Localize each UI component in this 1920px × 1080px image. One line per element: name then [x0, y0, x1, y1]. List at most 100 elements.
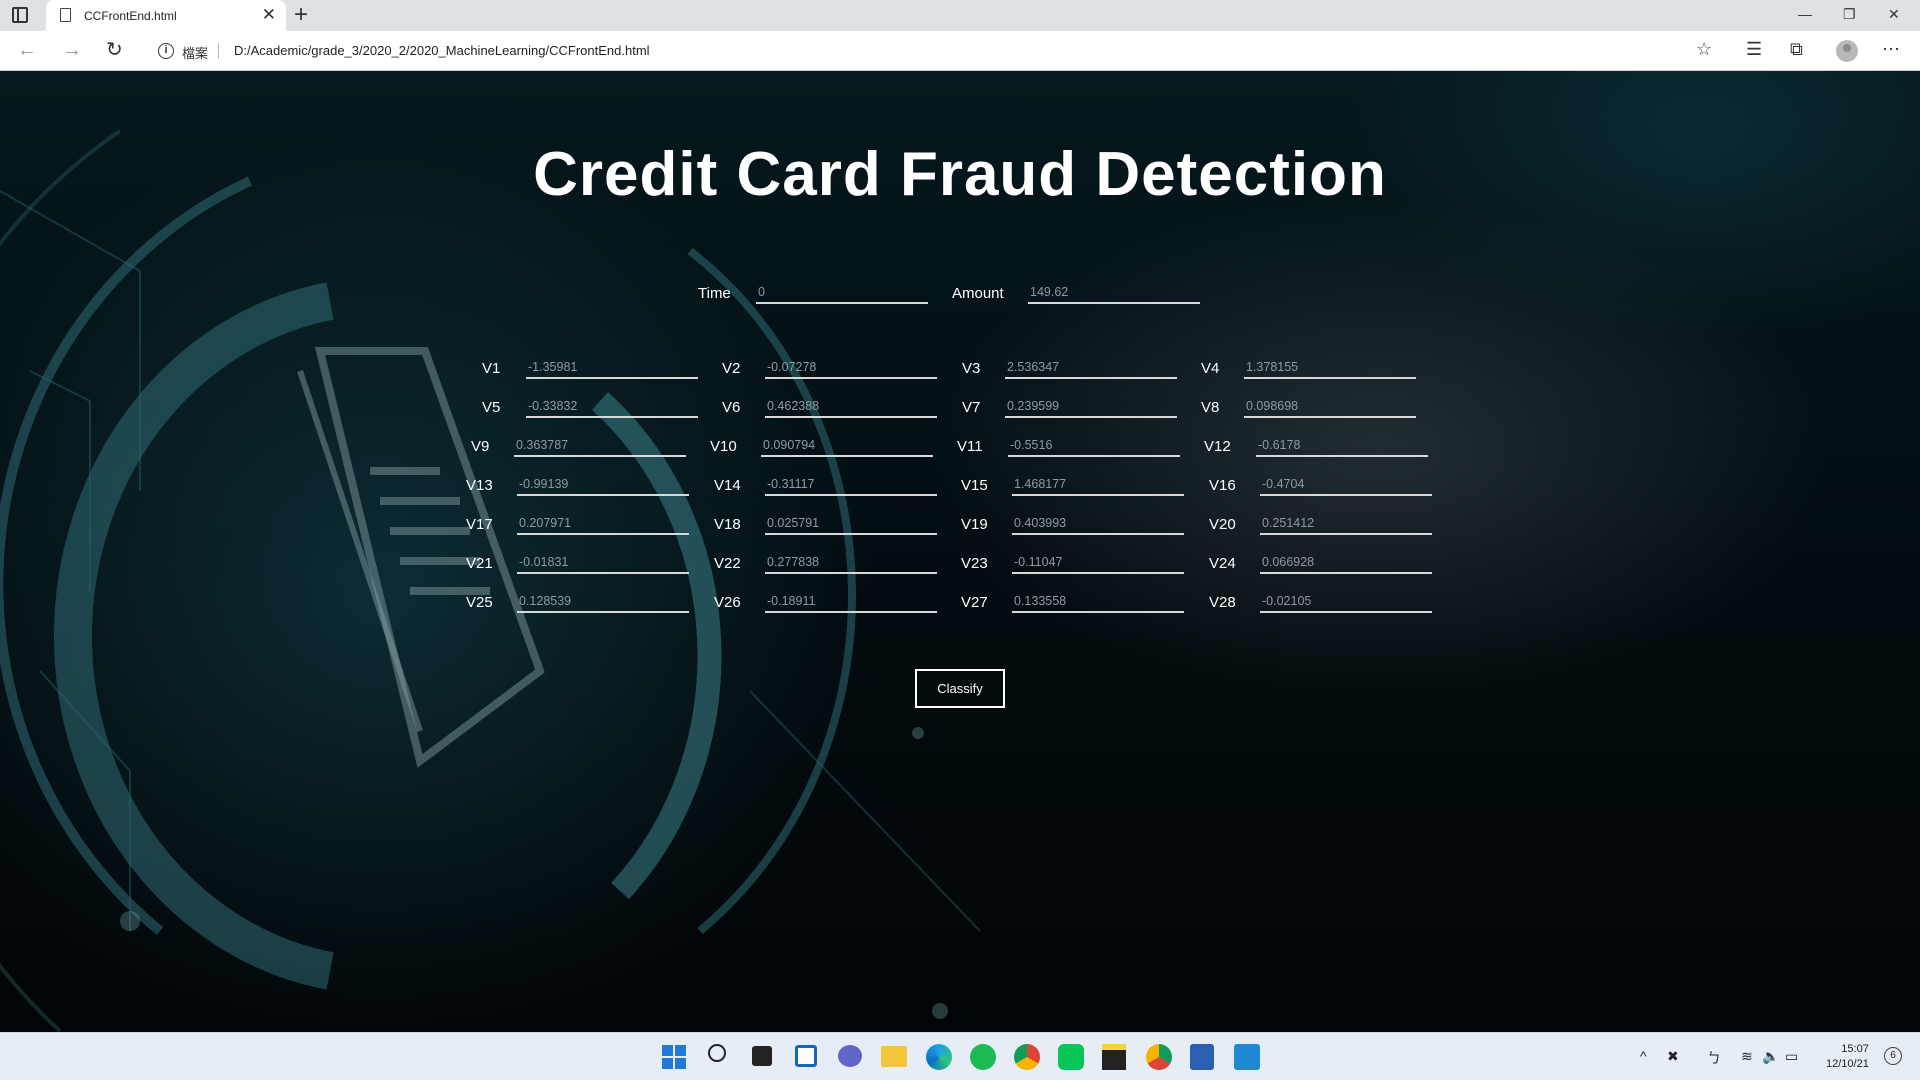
- v27-input[interactable]: [1012, 591, 1184, 613]
- v24-input[interactable]: [1260, 552, 1432, 574]
- forward-icon[interactable]: →: [62, 39, 82, 61]
- v5-input[interactable]: [526, 396, 698, 418]
- favorites-icon[interactable]: ☰: [1746, 39, 1762, 60]
- task-view-icon[interactable]: [752, 1046, 772, 1066]
- v14-input[interactable]: [765, 474, 937, 496]
- profile-icon[interactable]: [1836, 40, 1858, 62]
- v18-label: V18: [714, 516, 741, 533]
- v11-input[interactable]: [1008, 435, 1180, 457]
- app-tray-icon[interactable]: ✖: [1667, 1048, 1679, 1065]
- v26-input[interactable]: [765, 591, 937, 613]
- page-title: Credit Card Fraud Detection: [533, 140, 1387, 209]
- v26-label: V26: [714, 594, 741, 611]
- v10-label: V10: [710, 438, 737, 455]
- collections-icon[interactable]: ⧉: [1790, 39, 1803, 60]
- info-icon[interactable]: i: [158, 43, 174, 59]
- add-favorite-icon[interactable]: ☆: [1696, 39, 1712, 60]
- tab-title: CCFrontEnd.html: [84, 9, 177, 23]
- new-tab-icon[interactable]: +: [294, 2, 308, 28]
- url-text[interactable]: D:/Academic/grade_3/2020_2/2020_MachineL…: [234, 43, 650, 58]
- v6-label: V6: [722, 399, 741, 416]
- v6-input[interactable]: [765, 396, 937, 418]
- v13-label: V13: [466, 477, 493, 494]
- close-tab-icon[interactable]: ✕: [262, 5, 276, 25]
- start-icon[interactable]: [662, 1045, 686, 1069]
- v21-input[interactable]: [517, 552, 689, 574]
- v2-input[interactable]: [765, 357, 937, 379]
- v20-input[interactable]: [1260, 513, 1432, 535]
- volume-icon[interactable]: 🔈: [1762, 1048, 1779, 1065]
- clock-date: 12/10/21: [1826, 1058, 1869, 1070]
- v3-input[interactable]: [1005, 357, 1177, 379]
- ime-icon[interactable]: ㄅ: [1707, 1048, 1721, 1068]
- v1-input[interactable]: [526, 357, 698, 379]
- page-content: Credit Card Fraud Detection Time Amount …: [0, 71, 1920, 1032]
- search-icon[interactable]: [708, 1044, 726, 1062]
- omnibox[interactable]: i 檔案 D:/Academic/grade_3/2020_2/2020_Mac…: [146, 35, 1712, 67]
- v16-label: V16: [1209, 477, 1236, 494]
- v7-input[interactable]: [1005, 396, 1177, 418]
- v18-input[interactable]: [765, 513, 937, 535]
- v21-label: V21: [466, 555, 493, 572]
- v13-input[interactable]: [517, 474, 689, 496]
- sticky-notes-icon[interactable]: [1102, 1044, 1126, 1070]
- battery-icon[interactable]: ▭: [1785, 1048, 1798, 1065]
- show-hidden-icons-icon[interactable]: ^: [1640, 1048, 1647, 1064]
- classify-button[interactable]: Classify: [915, 669, 1005, 708]
- v4-input[interactable]: [1244, 357, 1416, 379]
- v19-input[interactable]: [1012, 513, 1184, 535]
- widgets-icon[interactable]: [795, 1045, 817, 1067]
- v22-input[interactable]: [765, 552, 937, 574]
- word-icon[interactable]: [1190, 1044, 1214, 1070]
- v20-label: V20: [1209, 516, 1236, 533]
- v5-label: V5: [482, 399, 501, 416]
- v15-label: V15: [961, 477, 988, 494]
- v8-input[interactable]: [1244, 396, 1416, 418]
- clock-time: 15:07: [1841, 1043, 1869, 1055]
- time-label: Time: [698, 285, 731, 302]
- v12-input[interactable]: [1256, 435, 1428, 457]
- security-label[interactable]: 檔案: [182, 43, 208, 62]
- v23-input[interactable]: [1012, 552, 1184, 574]
- v16-input[interactable]: [1260, 474, 1432, 496]
- chrome-icon[interactable]: [1014, 1044, 1040, 1070]
- chat-icon[interactable]: [838, 1045, 862, 1067]
- close-window-icon[interactable]: ✕: [1888, 6, 1900, 23]
- line-icon[interactable]: [1058, 1044, 1084, 1070]
- v23-label: V23: [961, 555, 988, 572]
- v17-input[interactable]: [517, 513, 689, 535]
- v7-label: V7: [962, 399, 981, 416]
- spotify-icon[interactable]: [970, 1044, 996, 1070]
- v9-input[interactable]: [514, 435, 686, 457]
- vscode-icon[interactable]: [1234, 1044, 1260, 1070]
- amount-input[interactable]: [1028, 282, 1200, 304]
- v24-label: V24: [1209, 555, 1236, 572]
- notification-badge[interactable]: 6: [1884, 1047, 1902, 1065]
- v3-label: V3: [962, 360, 981, 377]
- restore-icon[interactable]: ❐: [1843, 6, 1856, 23]
- v25-input[interactable]: [517, 591, 689, 613]
- omnibox-divider: [218, 43, 219, 59]
- reload-icon[interactable]: ↻: [106, 39, 123, 61]
- v28-input[interactable]: [1260, 591, 1432, 613]
- file-explorer-icon[interactable]: [881, 1046, 907, 1067]
- v17-label: V17: [466, 516, 493, 533]
- taskbar: ^ ✖ ㄅ ≋ 🔈 ▭ 15:07 12/10/21 6: [0, 1032, 1920, 1080]
- v12-label: V12: [1204, 438, 1231, 455]
- wifi-icon[interactable]: ≋: [1741, 1048, 1753, 1065]
- back-icon[interactable]: ←: [17, 39, 37, 61]
- minimize-icon[interactable]: —: [1798, 6, 1812, 22]
- amount-label: Amount: [952, 285, 1004, 302]
- chrome-profile-icon[interactable]: [1146, 1044, 1172, 1070]
- more-icon[interactable]: ⋯: [1882, 39, 1900, 60]
- tab-actions-icon[interactable]: [12, 7, 28, 23]
- v10-input[interactable]: [761, 435, 933, 457]
- v15-input[interactable]: [1012, 474, 1184, 496]
- edge-icon[interactable]: [926, 1044, 952, 1070]
- time-input[interactable]: [756, 282, 928, 304]
- document-icon: [60, 8, 71, 22]
- v27-label: V27: [961, 594, 988, 611]
- clock[interactable]: 15:07 12/10/21: [1826, 1042, 1869, 1072]
- address-bar: ← → ↻ i 檔案 D:/Academic/grade_3/2020_2/20…: [0, 31, 1920, 71]
- browser-tab[interactable]: CCFrontEnd.html ✕: [46, 0, 286, 31]
